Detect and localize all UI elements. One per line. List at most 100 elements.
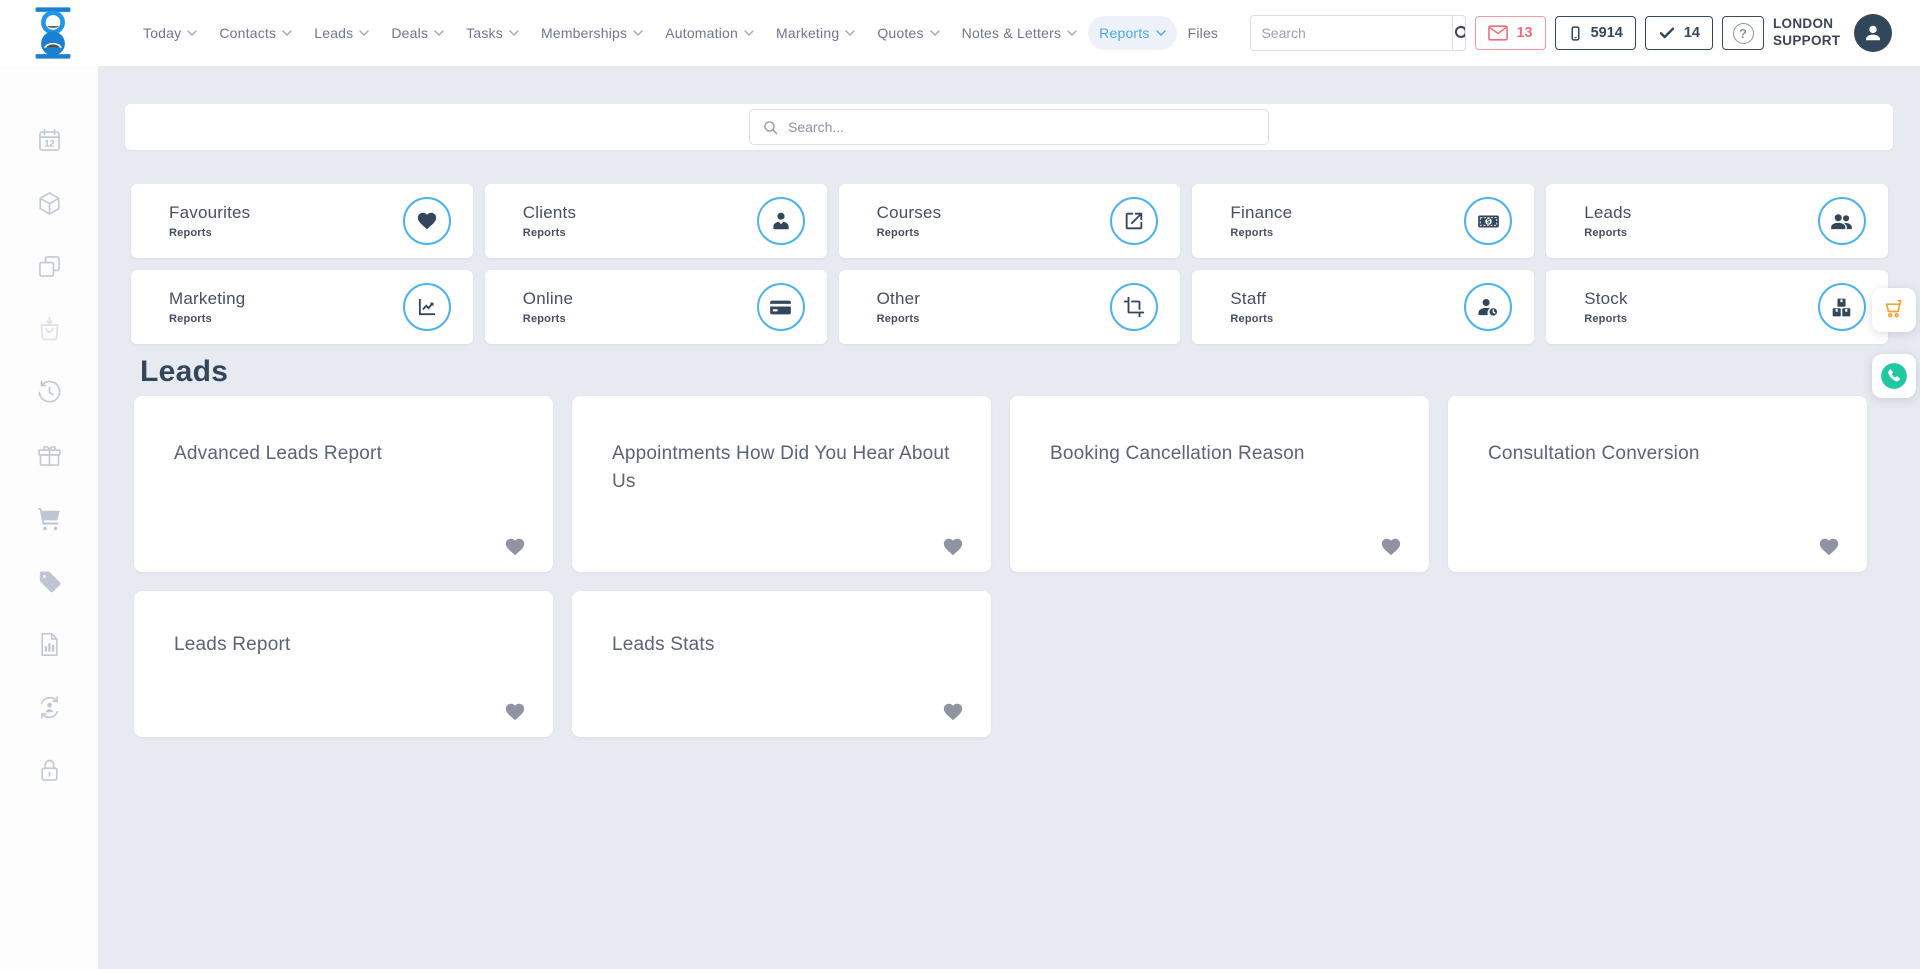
category-marketing[interactable]: MarketingReports bbox=[131, 270, 473, 344]
app-logo[interactable] bbox=[30, 7, 76, 59]
category-title: Marketing bbox=[169, 289, 403, 309]
chevron-down-icon bbox=[434, 30, 444, 36]
category-title: Other bbox=[877, 289, 1111, 309]
chevron-down-icon bbox=[1067, 30, 1077, 36]
report-card-appointments-hdyhau[interactable]: Appointments How Did You Hear About Us bbox=[572, 396, 991, 572]
category-finance[interactable]: FinanceReports $ bbox=[1192, 184, 1534, 258]
gift-icon bbox=[36, 442, 63, 469]
nav-tasks[interactable]: Tasks bbox=[455, 16, 530, 50]
nav-contacts[interactable]: Contacts bbox=[208, 16, 303, 50]
nav-automation[interactable]: Automation bbox=[654, 16, 765, 50]
category-courses[interactable]: Courses Reports bbox=[839, 184, 1181, 258]
sidebar-item-orders[interactable] bbox=[36, 316, 63, 343]
search-icon bbox=[1453, 24, 1466, 43]
sidebar-item-gifts[interactable] bbox=[36, 442, 63, 469]
sidebar-item-account-sync[interactable] bbox=[36, 694, 63, 721]
category-title: Leads bbox=[1584, 203, 1818, 223]
heart-icon bbox=[503, 701, 527, 723]
report-card-consultation-conversion[interactable]: Consultation Conversion bbox=[1448, 396, 1867, 572]
nav-label: Leads bbox=[314, 25, 353, 41]
envelope-icon bbox=[1488, 25, 1508, 41]
users-icon bbox=[1830, 210, 1853, 233]
nav-leads[interactable]: Leads bbox=[303, 16, 380, 50]
report-search bbox=[749, 109, 1269, 145]
sidebar-item-pricing[interactable] bbox=[36, 568, 63, 595]
favourite-heart-button[interactable] bbox=[941, 536, 965, 558]
sidebar-item-reports[interactable] bbox=[36, 631, 63, 658]
chevron-down-icon bbox=[282, 30, 292, 36]
nav-label: Quotes bbox=[877, 25, 923, 41]
category-title: Favourites bbox=[169, 203, 403, 223]
sidebar-item-shop[interactable] bbox=[36, 505, 63, 532]
nav-reports[interactable]: Reports bbox=[1088, 16, 1176, 50]
lock-icon bbox=[36, 757, 63, 784]
nav-memberships[interactable]: Memberships bbox=[530, 16, 654, 50]
favourite-heart-button[interactable] bbox=[503, 701, 527, 723]
report-card-booking-cancellation[interactable]: Booking Cancellation Reason bbox=[1010, 396, 1429, 572]
sidebar-item-products[interactable] bbox=[36, 190, 63, 217]
header-search bbox=[1250, 15, 1466, 51]
category-leads[interactable]: Leads Reports bbox=[1546, 184, 1888, 258]
favourite-heart-button[interactable] bbox=[1817, 536, 1841, 558]
report-categories: FavouritesReports ClientsReports Courses… bbox=[131, 184, 1888, 344]
nav-notes-letters[interactable]: Notes & Letters bbox=[951, 16, 1089, 50]
report-card-advanced-leads[interactable]: Advanced Leads Report bbox=[134, 396, 553, 572]
category-title: Staff bbox=[1230, 289, 1464, 309]
favourite-heart-button[interactable] bbox=[503, 536, 527, 558]
category-clients[interactable]: Clients Reports bbox=[485, 184, 827, 258]
cart-icon bbox=[36, 505, 63, 532]
header-search-input[interactable] bbox=[1251, 16, 1452, 50]
category-title: Clients bbox=[523, 203, 757, 223]
messages-button[interactable]: 13 bbox=[1475, 16, 1545, 50]
favourite-heart-button[interactable] bbox=[1379, 536, 1403, 558]
avatar[interactable] bbox=[1854, 14, 1892, 52]
header-search-button[interactable] bbox=[1452, 16, 1466, 50]
nav-today[interactable]: Today bbox=[132, 16, 208, 50]
heart-icon bbox=[503, 536, 527, 558]
category-online[interactable]: OnlineReports bbox=[485, 270, 827, 344]
sidebar-item-security[interactable] bbox=[36, 757, 63, 784]
chevron-down-icon bbox=[845, 30, 855, 36]
chevron-down-icon bbox=[1156, 30, 1166, 36]
check-icon bbox=[1658, 25, 1676, 41]
sidebar-item-duplicate[interactable] bbox=[36, 253, 63, 280]
credit-card-icon bbox=[769, 296, 792, 319]
category-subtitle: Reports bbox=[1584, 313, 1818, 325]
report-card-leads-report[interactable]: Leads Report bbox=[134, 591, 553, 737]
report-search-input[interactable] bbox=[788, 119, 1256, 135]
shop-floating-button[interactable] bbox=[1872, 288, 1916, 332]
search-icon bbox=[762, 119, 779, 136]
category-title: Courses bbox=[877, 203, 1111, 223]
category-stock[interactable]: StockReports bbox=[1546, 270, 1888, 344]
heart-icon bbox=[941, 536, 965, 558]
person-clock-icon bbox=[1477, 296, 1500, 319]
external-link-icon bbox=[1123, 210, 1145, 232]
sidebar-item-history[interactable] bbox=[36, 379, 63, 406]
person-icon bbox=[770, 210, 792, 232]
category-subtitle: Reports bbox=[1584, 227, 1818, 239]
category-subtitle: Reports bbox=[877, 227, 1111, 239]
category-subtitle: Reports bbox=[523, 227, 757, 239]
top-bar: Today Contacts Leads Deals Tasks Members… bbox=[0, 0, 1920, 66]
category-other[interactable]: OtherReports bbox=[839, 270, 1181, 344]
tasks-count: 14 bbox=[1684, 25, 1700, 41]
nav-label: Notes & Letters bbox=[962, 25, 1062, 41]
tasks-done-button[interactable]: 14 bbox=[1645, 16, 1713, 50]
svg-text:$: $ bbox=[1486, 218, 1490, 225]
calls-button[interactable]: 5914 bbox=[1555, 16, 1636, 50]
nav-files[interactable]: Files bbox=[1177, 16, 1230, 50]
sidebar-item-calendar[interactable]: 12 bbox=[36, 127, 63, 154]
nav-quotes[interactable]: Quotes bbox=[866, 16, 950, 50]
category-staff[interactable]: StaffReports bbox=[1192, 270, 1534, 344]
page-title: Leads bbox=[140, 354, 1920, 390]
nav-deals[interactable]: Deals bbox=[380, 16, 455, 50]
category-favourites[interactable]: FavouritesReports bbox=[131, 184, 473, 258]
heart-icon bbox=[1379, 536, 1403, 558]
chevron-down-icon bbox=[744, 30, 754, 36]
help-button[interactable]: ? bbox=[1722, 16, 1764, 50]
price-tag-icon bbox=[36, 568, 63, 595]
favourite-heart-button[interactable] bbox=[941, 701, 965, 723]
nav-marketing[interactable]: Marketing bbox=[765, 16, 866, 50]
report-card-leads-stats[interactable]: Leads Stats bbox=[572, 591, 991, 737]
whatsapp-floating-button[interactable] bbox=[1872, 354, 1916, 398]
